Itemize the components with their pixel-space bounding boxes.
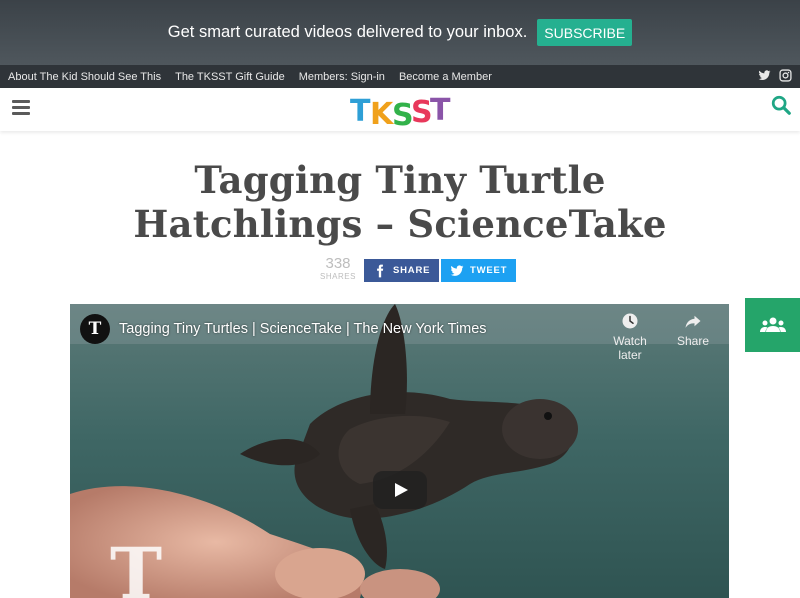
share-count-value: 338 <box>325 255 351 272</box>
nav-link-gift-guide[interactable]: The TKSST Gift Guide <box>175 71 285 83</box>
nav-link-about[interactable]: About The Kid Should See This <box>8 71 161 83</box>
nav-link-become-member[interactable]: Become a Member <box>399 71 492 83</box>
twitter-share-button[interactable]: TWEET <box>441 259 516 282</box>
twitter-share-label: TWEET <box>470 265 508 276</box>
promo-text: Get smart curated videos delivered to yo… <box>167 23 528 41</box>
community-button[interactable] <box>745 298 800 352</box>
top-nav: About The Kid Should See This The TKSST … <box>0 65 800 88</box>
site-header: T K S S T <box>0 88 800 133</box>
video-share-button[interactable]: Share <box>663 312 723 348</box>
article-title-line-2: Hatchlings – ScienceTake <box>133 202 667 246</box>
twitter-icon[interactable] <box>758 69 771 82</box>
site-logo[interactable]: T K S S T <box>348 90 452 133</box>
hamburger-menu-icon[interactable] <box>12 100 30 116</box>
facebook-share-button[interactable]: SHARE <box>364 259 439 282</box>
channel-logo[interactable]: T <box>80 314 110 344</box>
people-group-icon <box>759 317 786 332</box>
video-share-label: Share <box>676 334 710 348</box>
watch-later-label: Watch later <box>613 334 647 362</box>
share-count: 338 SHARES <box>318 255 358 282</box>
facebook-icon <box>377 264 384 277</box>
play-button[interactable] <box>373 471 427 509</box>
svg-text:T: T <box>430 93 451 128</box>
newsletter-promo-bar: Get smart curated videos delivered to yo… <box>0 0 800 65</box>
svg-text:T: T <box>110 532 162 598</box>
share-count-label: SHARES <box>320 272 356 281</box>
svg-text:T: T <box>350 94 371 129</box>
share-arrow-icon <box>685 315 701 328</box>
social-links <box>758 69 792 82</box>
clock-icon <box>622 313 638 329</box>
article-title: Tagging Tiny Turtle Hatchlings – Science… <box>100 158 700 246</box>
video-title[interactable]: Tagging Tiny Turtles | ScienceTake | The… <box>119 321 487 337</box>
search-icon[interactable] <box>770 94 792 116</box>
nav-link-sign-in[interactable]: Members: Sign-in <box>299 71 385 83</box>
instagram-icon[interactable] <box>779 69 792 82</box>
watch-later-button[interactable]: Watch later <box>600 312 660 362</box>
facebook-share-label: SHARE <box>393 265 431 276</box>
article-title-line-1: Tagging Tiny Turtle <box>194 158 606 202</box>
twitter-bird-icon <box>450 264 464 276</box>
video-player[interactable]: T T Tagging Tiny Turtles | ScienceTake |… <box>70 304 729 598</box>
subscribe-button[interactable]: SUBSCRIBE <box>537 19 633 46</box>
